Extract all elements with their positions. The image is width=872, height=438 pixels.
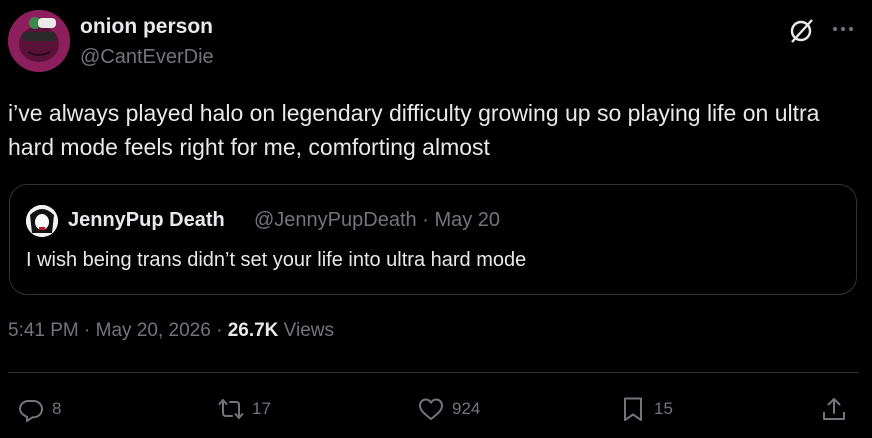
share-icon	[823, 398, 845, 420]
quoted-author-name[interactable]: JennyPup Death	[68, 209, 225, 232]
views-count: 26.7K	[227, 320, 279, 341]
repost-count: 17	[252, 399, 271, 418]
like-button[interactable]: 924	[418, 395, 480, 423]
views-label: Views	[283, 320, 335, 341]
bookmark-count: 15	[654, 399, 673, 418]
quoted-tweet[interactable]: JennyPup Death @JennyPupDeath · May 20 I…	[9, 184, 857, 295]
repost-icon	[218, 399, 244, 419]
quoted-text: I wish being trans didn’t set your life …	[26, 249, 527, 271]
grok-icon[interactable]	[788, 17, 816, 45]
bookmark-button[interactable]: 15	[620, 395, 673, 423]
bookmark-icon	[624, 397, 642, 421]
share-button[interactable]	[821, 395, 855, 423]
reply-count: 8	[52, 399, 62, 418]
author-name[interactable]: onion person	[80, 15, 213, 39]
meta-separator: ·	[216, 320, 223, 341]
quoted-separator: ·	[422, 209, 429, 231]
like-icon	[419, 398, 443, 420]
quoted-avatar[interactable]	[26, 205, 58, 237]
quoted-author-handle[interactable]: @JennyPupDeath	[254, 209, 417, 231]
author-handle[interactable]: @CantEverDie	[80, 46, 214, 69]
tweet-time[interactable]: 5:41 PM	[8, 320, 79, 341]
reply-button[interactable]: 8	[18, 395, 61, 423]
more-icon[interactable]	[828, 17, 858, 41]
tweet-date[interactable]: May 20, 2026	[96, 320, 211, 341]
repost-button[interactable]: 17	[218, 395, 271, 423]
divider	[8, 372, 858, 373]
meta-separator: ·	[84, 320, 91, 341]
like-count: 924	[452, 399, 481, 418]
quoted-date[interactable]: May 20	[434, 209, 500, 231]
tweet-text: i’ve always played halo on legendary dif…	[8, 100, 820, 160]
reply-icon	[18, 400, 44, 422]
avatar[interactable]	[8, 10, 70, 72]
tweet-meta: 5:41 PM · May 20, 2026 · 26.7K Views	[8, 320, 334, 342]
quoted-meta: @JennyPupDeath · May 20	[254, 209, 500, 232]
